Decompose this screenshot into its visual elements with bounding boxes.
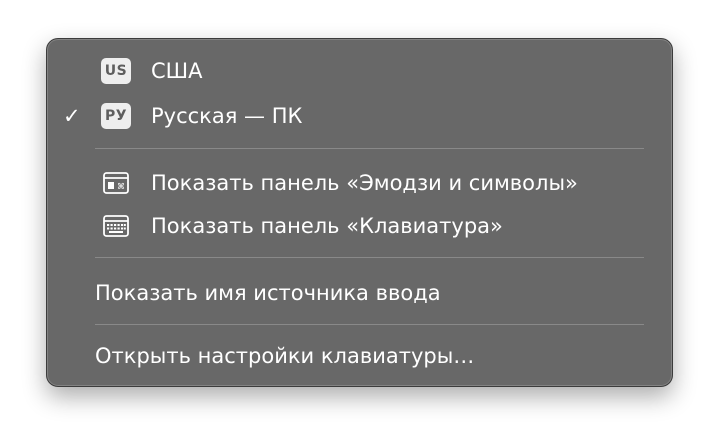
us-flag-badge-icon: US [101,58,131,84]
menu-item-show-emoji-symbols[interactable]: ⌘ Показать панель «Эмодзи и символы» [47,163,672,203]
menu-item-label: Показать имя источника ввода [95,281,441,305]
menu-item-layout-us[interactable]: US США [47,51,672,91]
svg-text:⌘: ⌘ [117,182,125,191]
input-source-menu: US США ✓ РУ Русская — ПК ⌘ Показать пане… [46,38,673,387]
menu-item-label: Открыть настройки клавиатуры… [95,344,475,368]
emoji-symbols-viewer-icon: ⌘ [103,172,129,194]
menu-item-label: Показать панель «Клавиатура» [151,214,503,238]
menu-separator [95,148,644,149]
menu-item-label: Показать панель «Эмодзи и символы» [151,171,578,195]
menu-item-label: США [151,59,203,83]
menu-separator [95,257,644,258]
keyboard-viewer-icon [103,215,129,237]
menu-item-open-keyboard-settings[interactable]: Открыть настройки клавиатуры… [47,336,672,376]
checkmark-icon: ✓ [63,104,81,128]
menu-separator [95,324,644,325]
menu-item-layout-russian-pc[interactable]: ✓ РУ Русская — ПК [47,96,672,136]
menu-item-show-keyboard-viewer[interactable]: Показать панель «Клавиатура» [47,206,672,246]
menu-item-show-input-source-name[interactable]: Показать имя источника ввода [47,273,672,313]
ru-badge-icon: РУ [101,103,131,129]
menu-item-label: Русская — ПК [151,104,303,128]
